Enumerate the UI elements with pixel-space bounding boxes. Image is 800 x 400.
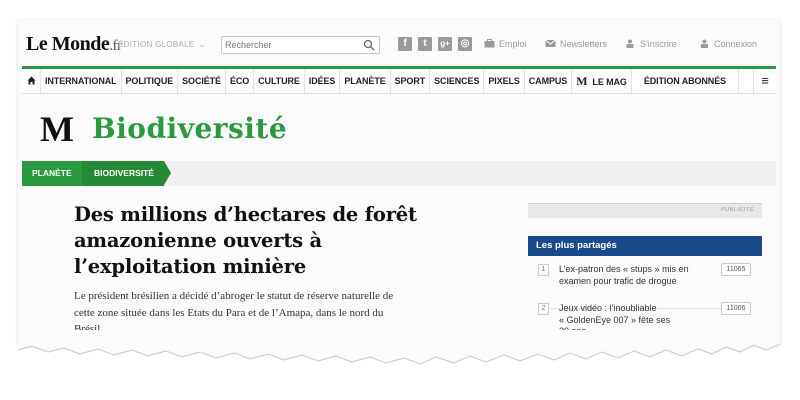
connexion-label: Connexion [714, 39, 758, 49]
breadcrumb-biodiversite[interactable]: BIODIVERSITÉ [82, 161, 164, 186]
headline-line: l’exploitation minière [74, 255, 307, 278]
rank-badge: 1 [538, 264, 549, 276]
m-logo-icon: M [576, 74, 588, 88]
share-count: 11065 [721, 263, 751, 276]
list-item[interactable]: 1 L’ex-patron des « stups » mis en exame… [528, 263, 762, 304]
instagram-icon[interactable]: ◎ [458, 37, 472, 51]
facebook-icon[interactable]: f [398, 37, 412, 51]
hamburger-menu-icon[interactable]: ≡ [753, 69, 776, 93]
home-icon[interactable] [22, 69, 41, 93]
item-line: examen pour trafic de drogue [559, 275, 677, 286]
le-mag-label: LE MAG [592, 77, 627, 87]
nav-item-pixels[interactable]: PIXELS [484, 69, 525, 93]
inscription-label: S'inscrire [640, 39, 677, 49]
headline-line: Des millions d’hectares de forêt [74, 203, 417, 226]
nav-item-edition-abonnes[interactable]: ÉDITION ABONNÉS [632, 69, 740, 93]
item-line: L’ex-patron des « stups » mis en [559, 264, 689, 274]
nav-item-politique[interactable]: POLITIQUE [122, 69, 179, 93]
torn-paper-edge [17, 330, 781, 365]
nav-item-sport[interactable]: SPORT [391, 69, 431, 93]
nav-item-sciences[interactable]: SCIENCES [430, 69, 485, 93]
item-line: Jeux vidéo : l’inoubliable [559, 303, 657, 313]
section-m-logo: M [40, 109, 74, 149]
le-monde-logo[interactable]: Le Monde.fr [26, 33, 122, 56]
briefcase-icon [484, 39, 495, 48]
lede-line: cette zone située dans les Etats du Para… [74, 306, 384, 319]
twitter-icon[interactable]: t [418, 37, 432, 51]
connexion-link[interactable]: Connexion [699, 39, 757, 49]
nav-item-societe[interactable]: SOCIÉTÉ [178, 69, 226, 93]
article-headline[interactable]: Des millions d’hectares de forêt amazoni… [74, 202, 494, 280]
emploi-link[interactable]: Emploi [484, 39, 527, 49]
breadcrumb-planete[interactable]: PLANÈTE [22, 161, 82, 186]
pub-label: PUBLICITÉ [721, 207, 754, 213]
google-plus-icon[interactable]: g+ [438, 37, 452, 51]
nav-item-culture[interactable]: CULTURE [254, 69, 305, 93]
browser-page: Le Monde.fr ÉDITION GLOBALE⌄ f t g+ ◎ Em… [18, 20, 780, 345]
nav-item-idees[interactable]: IDÉES [305, 69, 341, 93]
shared-item-title: L’ex-patron des « stups » mis en examen … [559, 264, 709, 287]
edition-selector[interactable]: ÉDITION GLOBALE ⌄ [118, 40, 206, 49]
breadcrumb-arrow [164, 161, 171, 185]
top-bar: Le Monde.fr ÉDITION GLOBALE⌄ f t g+ ◎ Em… [18, 20, 780, 66]
search-box[interactable] [221, 36, 380, 54]
nav-item-campus[interactable]: CAMPUS [525, 69, 573, 93]
most-shared-header: Les plus partagés [528, 236, 762, 256]
share-count: 11006 [721, 302, 751, 315]
section-title: Biodiversité [92, 112, 288, 145]
lede-line: Le président brésilien a décidé d’abroge… [74, 290, 394, 302]
rank-badge: 2 [538, 303, 549, 315]
edition-label: ÉDITION GLOBALE [118, 40, 195, 49]
ad-banner: PUBLICITÉ [528, 203, 762, 218]
nav-item-eco[interactable]: ÉCO [226, 69, 255, 93]
inscription-link[interactable]: S'inscrire [625, 39, 677, 49]
user-plus-icon [626, 39, 634, 48]
newsletters-link[interactable]: Newsletters [545, 39, 607, 49]
headline-line: amazonienne ouverts à [74, 229, 322, 252]
user-icon [701, 39, 708, 48]
nav-item-international[interactable]: INTERNATIONAL [41, 69, 122, 93]
nav-item-le-mag[interactable]: M LE MAG [572, 69, 632, 93]
nav-item-planete[interactable]: PLANÈTE [340, 69, 391, 93]
search-input[interactable] [225, 38, 355, 52]
item-line: « GoldenEye 007 » fête ses [559, 314, 671, 325]
emploi-label: Emploi [499, 39, 527, 49]
logo-main: Le Monde [26, 33, 110, 55]
chevron-down-icon: ⌄ [198, 40, 206, 49]
envelope-icon [545, 39, 556, 47]
main-nav: INTERNATIONAL POLITIQUE SOCIÉTÉ ÉCO CULT… [22, 69, 776, 94]
newsletters-label: Newsletters [560, 39, 608, 49]
search-icon[interactable] [363, 39, 375, 51]
